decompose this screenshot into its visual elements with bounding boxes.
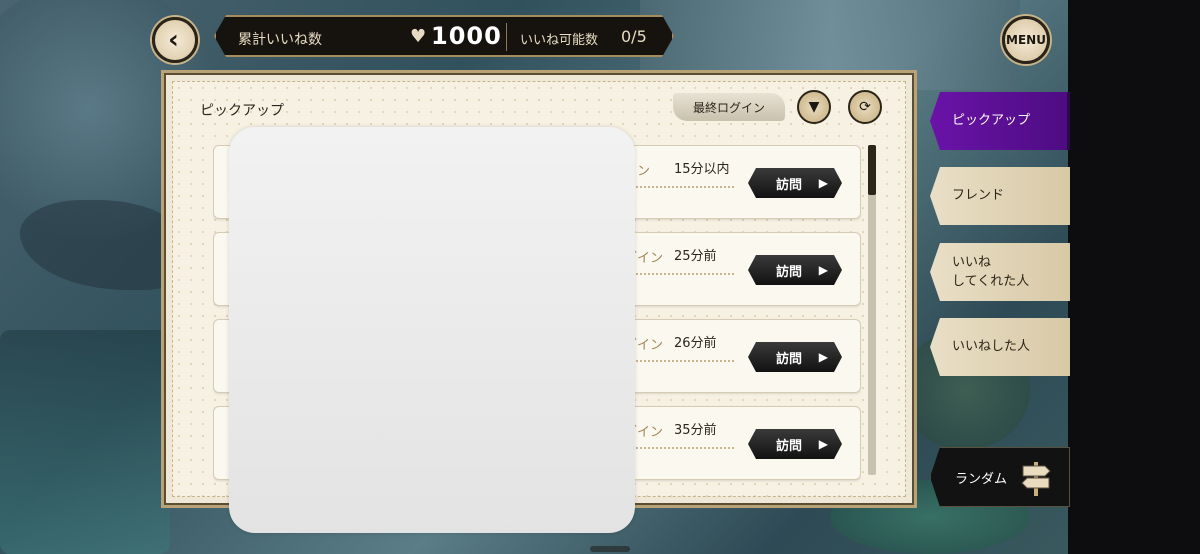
total-likes-label: 累計いいね数 (238, 32, 322, 48)
sort-select[interactable]: 最終ログイン (673, 93, 785, 121)
menu-label: MENU (1006, 33, 1046, 47)
random-visit-button[interactable]: ランダム (930, 447, 1070, 507)
sort-label: 最終ログイン (692, 100, 765, 115)
dotted-divider (624, 273, 734, 275)
back-button[interactable]: ‹ (152, 17, 198, 63)
visit-label: 訪問 (776, 351, 803, 367)
play-arrow-icon: ▶ (818, 437, 828, 451)
tab-i-liked-label: いいねした人 (952, 339, 1031, 355)
dotted-divider (624, 186, 734, 188)
tab-i-liked[interactable]: いいねした人 (930, 318, 1070, 376)
refresh-button[interactable]: ⟳ (848, 90, 882, 124)
last-login-time: 35分前 (674, 423, 717, 438)
tab-liked-me[interactable]: いいね してくれた人 (930, 243, 1070, 301)
background-stairs (0, 330, 170, 554)
visit-label: 訪問 (776, 264, 803, 280)
last-login-time: 26分前 (674, 336, 717, 351)
visit-button[interactable]: 訪問 ▶ (748, 342, 842, 372)
home-indicator (590, 546, 630, 552)
tab-pickup[interactable]: ピックアップ (930, 92, 1070, 150)
play-arrow-icon: ▶ (818, 176, 828, 190)
tab-pickup-label: ピックアップ (952, 113, 1031, 129)
dotted-divider (624, 360, 734, 362)
visit-label: 訪問 (776, 438, 803, 454)
list-scrollbar-thumb[interactable] (868, 145, 876, 195)
signpost-icon (1021, 462, 1051, 496)
triangle-down-icon: ▼ (808, 99, 820, 115)
like-stats-bar: 累計いいね数 ♥ 1000 いいね可能数 0/5 (214, 15, 674, 57)
refresh-icon: ⟳ (859, 99, 871, 115)
right-black-bar (1068, 0, 1200, 554)
tab-liked-me-label: いいね してくれた人 (952, 254, 1030, 290)
visit-label: 訪問 (776, 177, 803, 193)
tab-friend-label: フレンド (952, 188, 1005, 204)
visit-button[interactable]: 訪問 ▶ (748, 168, 842, 198)
sort-dropdown-button[interactable]: ▼ (797, 90, 831, 124)
chevron-left-icon: ‹ (168, 25, 179, 55)
like-available-count: 0/5 (621, 27, 647, 46)
tab-friend[interactable]: フレンド (930, 167, 1070, 225)
heart-icon: ♥ (410, 26, 427, 47)
like-available-label: いいね可能数 (520, 33, 599, 48)
dotted-divider (624, 447, 734, 449)
play-arrow-icon: ▶ (818, 350, 828, 364)
panel-title: ピックアップ (200, 103, 284, 119)
last-login-time: 25分前 (674, 249, 717, 264)
visit-button[interactable]: 訪問 ▶ (748, 255, 842, 285)
last-login-time: 15分以内 (674, 162, 730, 177)
random-label: ランダム (955, 471, 1008, 487)
stats-divider (506, 23, 507, 51)
menu-button[interactable]: MENU (1002, 16, 1050, 64)
play-arrow-icon: ▶ (818, 263, 828, 277)
total-likes-value: 1000 (431, 22, 502, 50)
visit-button[interactable]: 訪問 ▶ (748, 429, 842, 459)
redaction-overlay (229, 127, 635, 533)
